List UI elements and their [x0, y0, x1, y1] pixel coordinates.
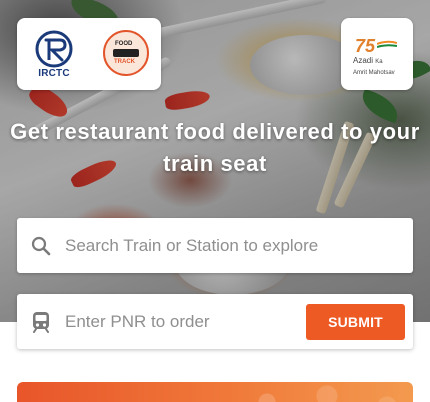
irctc-logo-icon	[35, 30, 73, 68]
azadi-logo-number: 75	[355, 36, 376, 56]
promo-banner[interactable]	[17, 382, 413, 402]
submit-button[interactable]: SUBMIT	[306, 304, 405, 340]
promo-banner-pattern	[247, 382, 413, 402]
partner-logo-card: IRCTC FOOD TRACK	[17, 18, 161, 90]
azadi-logo-line-3: Amrit Mahotsav	[353, 70, 395, 76]
flag-swoosh-icon	[377, 40, 397, 48]
pnr-bar[interactable]: SUBMIT	[17, 294, 413, 349]
azadi-logo-line-2: Ka	[375, 59, 383, 65]
train-icon	[33, 312, 49, 333]
pnr-input[interactable]	[65, 294, 301, 349]
foodtrack-train-mark	[113, 49, 139, 57]
azadi-logo-text: Azadi Ka Amrit Mahotsav	[353, 56, 395, 78]
irctc-logo-text: IRCTC	[38, 68, 70, 79]
foodtrack-logo-text-top: FOOD	[115, 41, 133, 47]
azadi-logo-line-1: Azadi	[353, 56, 374, 65]
foodtrack-logo-icon: FOOD TRACK	[103, 30, 149, 76]
hero-banner: IRCTC FOOD TRACK 75 Azadi Ka Amrit Mahot…	[0, 0, 430, 322]
azadi-ka-amrit-mahotsav-logo: 75 Azadi Ka Amrit Mahotsav	[341, 18, 413, 90]
hero-headline: Get restaurant food delivered to your tr…	[10, 119, 420, 176]
search-bar[interactable]	[17, 218, 413, 273]
search-input[interactable]	[65, 218, 405, 273]
search-icon	[31, 236, 51, 256]
foodtrack-logo-text-bottom: TRACK	[114, 59, 135, 65]
